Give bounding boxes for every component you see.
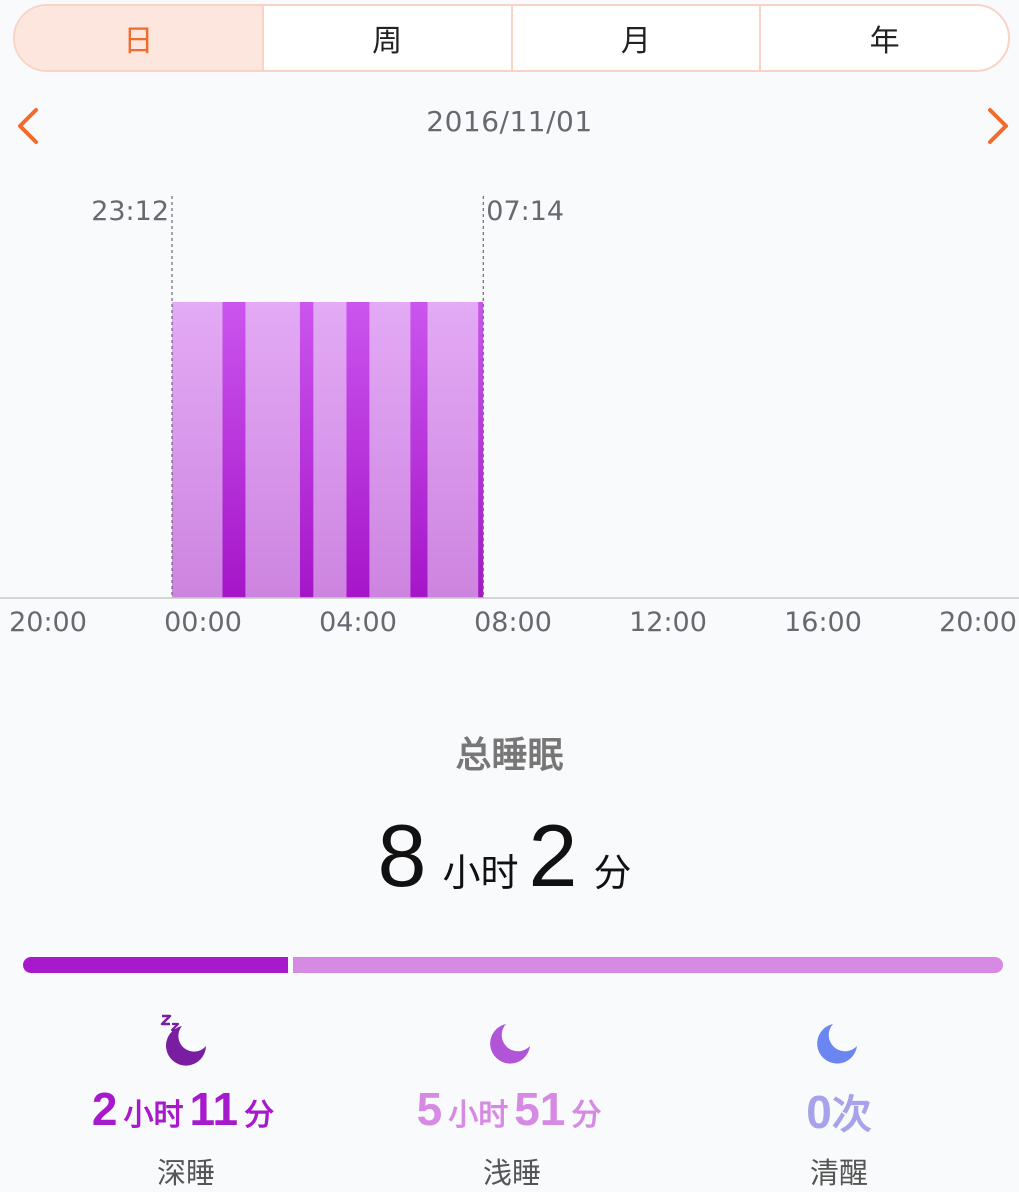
awake-count-number: 0 [806,1086,832,1138]
light-sleep-segment [369,302,411,598]
x-tick-label: 20:00 [939,607,1017,638]
sleeping-moon-zzz-icon [26,1010,346,1066]
deep-sleep-segment [299,302,314,598]
total-sleep-value: 8 小时 2 分 [0,812,1019,900]
moon-icon [679,1010,999,1066]
deep-sleep-segment [410,302,428,598]
tab-month[interactable]: 月 [510,6,760,70]
x-axis-ticks: 20:00 00:00 04:00 08:00 12:00 16:00 20:00 [9,607,1017,638]
deep-minutes-unit: 分 [244,1098,275,1133]
deep-sleep-segment [222,302,246,598]
light-sleep-ratio [293,957,1003,973]
deep-sleep-segment [478,302,484,598]
x-tick-label: 16:00 [784,607,862,638]
sleep-segments [172,302,484,598]
deep-minutes: 11 [189,1083,239,1135]
awake-count: 0次 [679,1082,999,1142]
light-sleep-stat: 5 小时 51 分 浅睡 [352,1010,672,1192]
total-sleep-title: 总睡眠 [455,735,564,776]
light-sleep-segment [172,302,223,598]
deep-sleep-ratio [23,957,289,973]
sleep-end-label: 07:14 [486,196,564,227]
total-minutes-unit: 分 [593,851,632,895]
light-sleep-label: 浅睡 [482,1156,541,1190]
total-hours-unit: 小时 [442,851,519,895]
total-minutes: 2 [528,806,578,905]
chevron-right-icon [988,108,1008,144]
awake-count-unit: 次 [831,1092,872,1138]
light-minutes-unit: 分 [571,1098,602,1133]
tab-day[interactable]: 日 [15,6,262,70]
sleep-ratio-bar [23,957,1003,973]
x-tick-label: 12:00 [629,607,707,638]
light-sleep-segment [427,302,479,598]
deep-hours: 2 [91,1083,118,1135]
sleep-stage-chart: 23:12 07:14 20:00 00:00 04:00 08:00 12:00 16:… [0,196,1019,638]
deep-sleep-duration: 2 小时 11 分 [26,1082,346,1142]
awake-label: 清醒 [809,1156,868,1190]
current-date: 2016/11/01 [426,105,593,138]
tab-year[interactable]: 年 [759,6,1008,70]
x-tick-label: 20:00 [9,607,87,638]
deep-sleep-stat: 2 小时 11 分 深睡 [26,1010,346,1192]
awake-stat: 0次 清醒 [679,1010,999,1192]
deep-hours-unit: 小时 [123,1098,184,1133]
tab-week[interactable]: 周 [261,6,511,70]
sleep-start-label: 23:12 [91,196,169,227]
light-hours: 5 [416,1083,443,1135]
light-hours-unit: 小时 [448,1098,509,1133]
light-sleep-segment [313,302,347,598]
total-hours: 8 [377,806,427,905]
x-tick-label: 04:00 [319,607,397,638]
deep-sleep-label: 深睡 [156,1156,215,1190]
next-day-button[interactable] [978,104,1018,148]
light-sleep-segment [245,302,300,598]
x-tick-label: 00:00 [164,607,242,638]
light-sleep-duration: 5 小时 51 分 [352,1082,672,1142]
light-minutes: 51 [514,1083,566,1135]
x-tick-label: 08:00 [474,607,552,638]
period-tab-bar: 日 周 月 年 [13,4,1010,72]
deep-sleep-segment [346,302,370,598]
sleeping-moon-icon [352,1010,672,1066]
